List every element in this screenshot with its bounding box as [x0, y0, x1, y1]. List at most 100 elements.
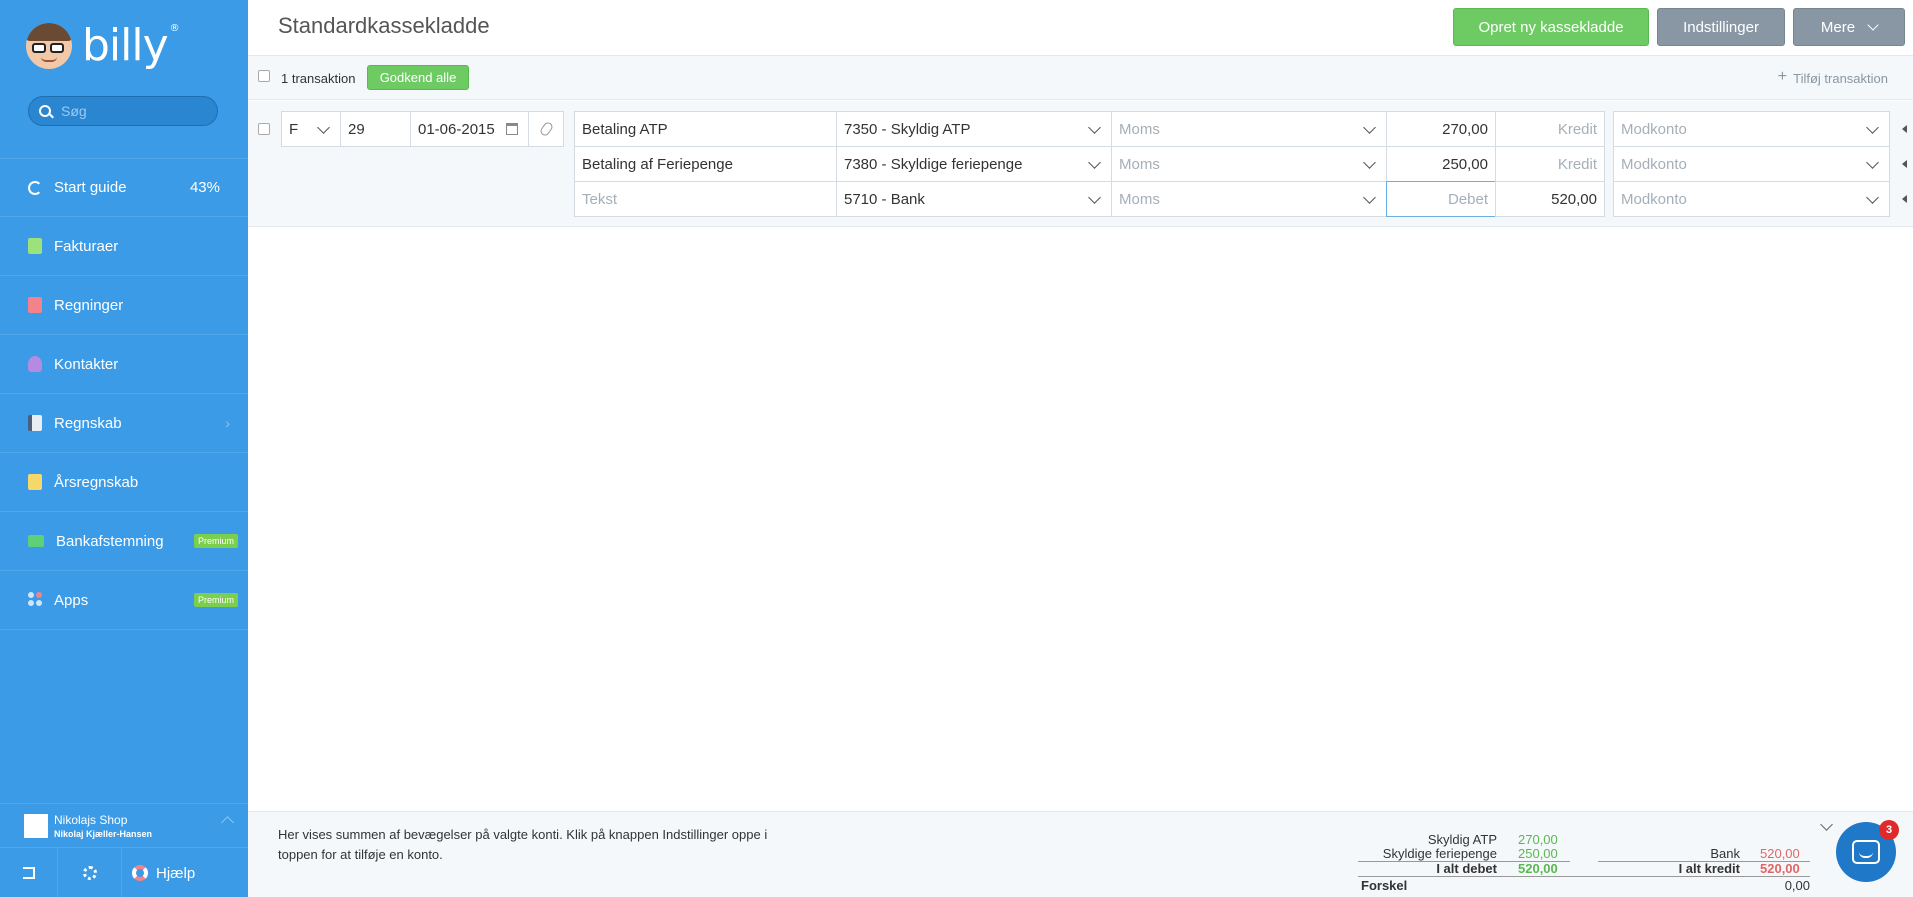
- chevron-down-icon: [1363, 121, 1376, 134]
- help-label: Hjælp: [156, 864, 196, 882]
- new-daybook-button[interactable]: Opret ny kassekladde: [1453, 8, 1649, 46]
- divider: [1358, 876, 1810, 877]
- sidebar-item-start-guide[interactable]: Start guide 43%: [0, 158, 248, 217]
- annual-report-icon: [28, 474, 42, 490]
- sidebar-item-accounting[interactable]: Regnskab ›: [0, 394, 248, 453]
- chat-icon: [1852, 840, 1880, 864]
- logout-icon: [22, 867, 35, 879]
- sidebar-item-label: Start guide: [54, 179, 127, 196]
- chevron-down-icon: [1088, 156, 1101, 169]
- sidebar-item-bank-reconciliation[interactable]: Bankafstemning Premium: [0, 512, 248, 571]
- debit-input[interactable]: 250,00: [1386, 146, 1496, 182]
- chevron-down-icon[interactable]: [1820, 818, 1833, 831]
- voucher-number-input[interactable]: 29: [340, 111, 411, 147]
- date-input[interactable]: 01-06-2015: [410, 111, 529, 147]
- apps-icon: [28, 592, 42, 608]
- contra-account-select[interactable]: Modkonto: [1613, 146, 1890, 182]
- add-transaction-label: Tilføj transaktion: [1793, 70, 1888, 86]
- line-text-input[interactable]: Betaling af Feriepenge: [574, 146, 837, 182]
- chevron-down-icon: [1866, 121, 1879, 134]
- settings-button[interactable]: [58, 848, 122, 897]
- progress-percent: 43%: [189, 179, 220, 196]
- caret-left-icon[interactable]: [1902, 160, 1907, 168]
- chevron-down-icon: [1866, 156, 1879, 169]
- contra-account-select[interactable]: Modkonto: [1613, 111, 1890, 147]
- account-select[interactable]: 5710 - Bank: [836, 181, 1112, 217]
- sidebar-item-contacts[interactable]: Kontakter: [0, 335, 248, 394]
- chevron-down-icon: [1363, 156, 1376, 169]
- search-icon: [39, 105, 51, 117]
- summary-help-text: Her vises summen af bevægelser på valgte…: [278, 827, 768, 862]
- vat-select[interactable]: Moms: [1111, 111, 1387, 147]
- settings-header-button[interactable]: Indstillinger: [1657, 8, 1785, 46]
- contra-account-select[interactable]: Modkonto: [1613, 181, 1890, 217]
- search-box[interactable]: [28, 96, 218, 126]
- caret-left-icon[interactable]: [1902, 125, 1907, 133]
- line-text-input[interactable]: Tekst: [574, 181, 837, 217]
- billy-logo[interactable]: billy ®: [26, 18, 180, 74]
- sidebar-bottom-bar: Hjælp: [0, 847, 248, 897]
- credit-total-row: I alt kredit 520,00: [1678, 861, 1800, 876]
- vat-select[interactable]: Moms: [1111, 181, 1387, 217]
- sidebar-item-bills[interactable]: Regninger: [0, 276, 248, 335]
- invoice-icon: [28, 238, 42, 254]
- vat-select[interactable]: Moms: [1111, 146, 1387, 182]
- difference-row: Forskel 0,00: [1361, 878, 1810, 893]
- organization-logo: [24, 813, 48, 838]
- transaction-count: 1 transaktion: [281, 71, 356, 86]
- organization-switcher[interactable]: Nikolajs Shop Nikolaj Kjæller-Hansen: [0, 803, 248, 847]
- select-all-checkbox[interactable]: [258, 70, 270, 82]
- sidebar-item-annual-report[interactable]: Årsregnskab: [0, 453, 248, 512]
- sidebar-item-label: Bankafstemning: [56, 532, 164, 550]
- credit-input[interactable]: Kredit: [1495, 146, 1605, 182]
- chevron-right-icon: ›: [225, 415, 230, 431]
- search-input[interactable]: [61, 103, 201, 119]
- debit-total-row: I alt debet 520,00: [1436, 861, 1558, 876]
- organization-name: Nikolajs Shop: [54, 812, 128, 827]
- transaction-checkbox[interactable]: [258, 123, 270, 135]
- chevron-down-icon: [1866, 191, 1879, 204]
- account-select[interactable]: 7380 - Skyldige feriepenge: [836, 146, 1112, 182]
- debit-input[interactable]: 270,00: [1386, 111, 1496, 147]
- lifebuoy-icon: [132, 865, 148, 881]
- account-summary-footer: Her vises summen af bevægelser på valgte…: [248, 811, 1913, 897]
- logout-button[interactable]: [0, 848, 58, 897]
- more-label: Mere: [1820, 18, 1856, 36]
- debit-summary-row: Skyldig ATP 270,00: [1427, 832, 1558, 847]
- sidebar: billy® Start guide 43% Fakturaer Regning…: [0, 0, 248, 897]
- account-select[interactable]: 7350 - Skyldig ATP: [836, 111, 1112, 147]
- bank-icon: [28, 535, 44, 547]
- gear-icon: [82, 866, 97, 880]
- logo-text: billy ®: [82, 20, 180, 71]
- sidebar-item-apps[interactable]: Apps Premium: [0, 571, 248, 630]
- debit-summary-row: Skyldige feriepenge 250,00: [1382, 846, 1558, 861]
- help-button[interactable]: Hjælp: [122, 848, 248, 897]
- sidebar-item-label: Fakturaer: [54, 237, 119, 255]
- sidebar-nav: Start guide 43% Fakturaer Regninger Kont…: [0, 158, 248, 630]
- chevron-up-icon: [221, 816, 234, 829]
- more-button[interactable]: Mere: [1793, 8, 1905, 46]
- calendar-icon: [506, 123, 518, 135]
- transaction-type-select[interactable]: F: [281, 111, 341, 147]
- bill-icon: [28, 297, 42, 313]
- transaction-toolbar: 1 transaktion Godkend alle + Tilføj tran…: [248, 56, 1913, 100]
- billy-mascot-icon: [26, 23, 72, 69]
- chevron-down-icon: [1088, 121, 1101, 134]
- attach-button[interactable]: [528, 111, 564, 147]
- page-header: Standardkassekladde Opret ny kassekladde…: [248, 0, 1913, 56]
- debit-input[interactable]: Debet: [1386, 181, 1496, 217]
- chat-unread-badge: 3: [1879, 820, 1899, 840]
- credit-input[interactable]: Kredit: [1495, 111, 1605, 147]
- ledger-icon: [28, 415, 42, 431]
- credit-input[interactable]: 520,00: [1495, 181, 1605, 217]
- add-transaction-link[interactable]: + Tilføj transaktion: [1778, 68, 1888, 86]
- sidebar-item-invoices[interactable]: Fakturaer: [0, 217, 248, 276]
- approve-all-button[interactable]: Godkend alle: [367, 65, 469, 90]
- sidebar-item-label: Regnskab: [54, 414, 122, 432]
- premium-badge: Premium: [193, 593, 238, 607]
- chevron-down-icon: [1363, 191, 1376, 204]
- main-content: Standardkassekladde Opret ny kassekladde…: [248, 0, 1913, 897]
- line-text-input[interactable]: Betaling ATP: [574, 111, 837, 147]
- chevron-down-icon: [1088, 191, 1101, 204]
- caret-left-icon[interactable]: [1902, 195, 1907, 203]
